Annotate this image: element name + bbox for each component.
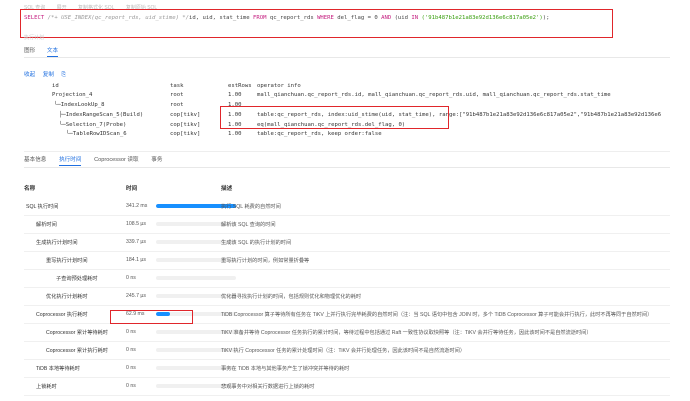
plan-row-estrows: 1.00: [228, 92, 242, 98]
metric-name: Coprocessor 累计等待耗时: [46, 330, 108, 336]
metric-name: SQL 执行时间: [26, 204, 59, 210]
sql-select-keyword: SELECT: [24, 15, 45, 21]
metric-time: 0 ns: [126, 365, 136, 371]
metric-row: 子查询预处理耗时 0 ns: [24, 270, 670, 288]
metric-name: TiDB 本地等待耗时: [36, 366, 80, 372]
metric-desc: TiKV 准备并等待 Coprocessor 任务执行的累计时间，等待过程中包括…: [221, 330, 592, 336]
plan-actions: 收起 复制 ⎘: [24, 70, 72, 79]
metric-time: 108.5 µs: [126, 221, 147, 227]
metric-time: 0 ns: [126, 383, 136, 389]
sql-condition-2-suffix: );: [542, 15, 550, 21]
sql-condition-2-prefix: (uid: [394, 15, 409, 21]
metric-desc: 生成该 SQL 的执行计划的时间: [221, 240, 292, 246]
metric-desc: TiKV 执行 Coprocessor 任务的累计处理时间（注：TiKV 会并行…: [221, 348, 466, 354]
metric-time: 184.1 µs: [126, 257, 147, 263]
plan-row-estrows: 1.00: [228, 131, 242, 137]
plan-row-task: cop[tikv]: [170, 131, 201, 137]
metric-row: 解析时间 108.5 µs 解析该 SQL 查询的时间: [24, 216, 670, 234]
copy-icon[interactable]: ⎘: [62, 72, 66, 78]
metric-desc: 事务在 TiDB 本地与其他事务产生了锁冲突并等待的耗时: [221, 366, 350, 372]
sql-columns: id, uid, stat_time: [189, 15, 250, 21]
metric-desc: 解析该 SQL 查询的时间: [221, 222, 276, 228]
tab-basic-info[interactable]: 基本信息: [24, 155, 46, 165]
metric-desc: TiDB Coprocessor 算子等待所有任务在 TiKV 上并行执行完毕耗…: [221, 312, 653, 318]
collapse-link[interactable]: 收起: [24, 72, 35, 78]
metric-row: Coprocessor 累计执行耗时 0 ns TiKV 执行 Coproces…: [24, 342, 670, 360]
metric-name: 子查询预处理耗时: [56, 276, 98, 282]
plan-divider: [24, 151, 670, 152]
plan-header-info: operator info: [257, 83, 301, 89]
metric-time: 0 ns: [126, 329, 136, 335]
sql-and-keyword: AND: [381, 15, 392, 21]
metrics-header-time: 时间: [126, 186, 138, 192]
plan-header-estrows: estRows: [228, 83, 252, 89]
sql-table: qc_report_rds: [269, 15, 314, 21]
metric-desc: 优化器寻找执行计划的时间，包括规则优化和物理优化的耗时: [221, 294, 362, 300]
plan-row-id: └─TableRowIDScan_6: [66, 131, 127, 137]
metric-time: 245.7 µs: [126, 293, 147, 299]
plan-row-info: mall_qianchuan.qc_report_rds.id, mall_qi…: [257, 92, 611, 98]
metric-time: 0 ns: [126, 347, 136, 353]
metric-desc: 悲观事务中对相关行数据进行上锁的耗时: [221, 384, 315, 390]
metric-name: 上锁耗时: [36, 384, 57, 390]
index-scan-highlight-box: [220, 106, 449, 129]
plan-view-tabs: 图形 文本: [24, 46, 670, 58]
metrics-header-desc: 描述: [221, 186, 233, 192]
coprocessor-time-highlight-box: [110, 310, 193, 324]
metric-name: Coprocessor 执行耗时: [36, 312, 88, 318]
metric-row: 上锁耗时 0 ns 悲观事务中对相关行数据进行上锁的耗时: [24, 378, 670, 396]
plan-row-task: root: [170, 92, 184, 98]
sql-from-keyword: FROM: [253, 15, 267, 21]
metric-name: 生成执行计划时间: [36, 240, 78, 246]
sql-index-hint: /*+ USE_INDEX(qc_report_rds, uid_stime) …: [47, 15, 190, 21]
tab-coprocessor-read[interactable]: Coprocessor 读取: [94, 155, 138, 165]
metric-row: TiDB 本地等待耗时 0 ns 事务在 TiDB 本地与其他事务产生了锁冲突并…: [24, 360, 670, 378]
metric-time: 341.2 ms: [126, 203, 148, 209]
metric-time: 0 ns: [126, 275, 136, 281]
plan-row-id: └─Selection_7(Probe): [59, 122, 127, 128]
detail-tabs: 基本信息 执行时间 Coprocessor 读取 事务: [24, 155, 670, 168]
plan-row-info: table:qc_report_rds, keep order:false: [257, 131, 382, 137]
metrics-header: 名称 时间 描述: [24, 184, 670, 194]
metric-desc: 执行 SQL 耗费的自然时间: [221, 204, 281, 210]
metric-row: SQL 执行时间 341.2 ms 执行 SQL 耗费的自然时间: [24, 198, 670, 216]
sql-condition-2-value: ('91b487b1e21a83e92d136e6c817a05e2'): [421, 15, 543, 21]
metric-desc: 重写执行计划的时间，例如常量折叠等: [221, 258, 310, 264]
metric-time-bar: [156, 276, 236, 280]
plan-row-task: cop[tikv]: [170, 112, 201, 118]
copy-plan-link[interactable]: 复制: [43, 72, 54, 78]
metric-name: Coprocessor 累计执行耗时: [46, 348, 108, 354]
metric-time: 339.7 µs: [126, 239, 147, 245]
metric-row: 优化执行计划耗时 245.7 µs 优化器寻找执行计划的时间，包括规则优化和物理…: [24, 288, 670, 306]
plan-section-label: 执行计划: [24, 35, 45, 41]
sql-condition-1: del_flag = 0: [337, 15, 378, 21]
plan-header-id: id: [52, 83, 59, 89]
plan-row-id: ├─IndexRangeScan_5(Build): [59, 112, 144, 118]
sql-where-keyword: WHERE: [317, 15, 334, 21]
metrics-header-name: 名称: [24, 186, 36, 192]
metric-row: 生成执行计划时间 339.7 µs 生成该 SQL 的执行计划的时间: [24, 234, 670, 252]
metric-name: 优化执行计划耗时: [46, 294, 88, 300]
tab-graph[interactable]: 图形: [24, 46, 35, 56]
tab-transaction[interactable]: 事务: [151, 155, 162, 165]
sql-statement: SELECT /*+ USE_INDEX(qc_report_rds, uid_…: [24, 15, 614, 27]
metric-row: 重写执行计划时间 184.1 µs 重写执行计划的时间，例如常量折叠等: [24, 252, 670, 270]
plan-row-id: Projection_4: [52, 92, 93, 98]
tab-text[interactable]: 文本: [46, 46, 59, 57]
plan-row-id: └─IndexLookUp_8: [54, 102, 105, 108]
plan-row-task: cop[tikv]: [170, 122, 201, 128]
metric-name: 解析时间: [36, 222, 57, 228]
plan-row-task: root: [170, 102, 184, 108]
sql-in-keyword: IN: [411, 15, 419, 21]
plan-header-task: task: [170, 83, 184, 89]
metric-row: Coprocessor 累计等待耗时 0 ns TiKV 准备并等待 Copro…: [24, 324, 670, 342]
metric-name: 重写执行计划时间: [46, 258, 88, 264]
tab-execution-time[interactable]: 执行时间: [59, 155, 82, 166]
